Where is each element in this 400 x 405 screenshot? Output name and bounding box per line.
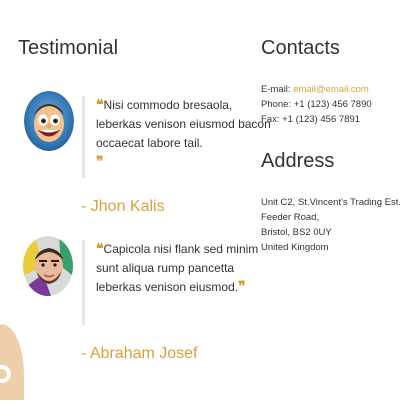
- contact-fax: Fax: +1 (123) 456 7891: [261, 114, 361, 125]
- testimonial-quote: ❝Capicola nisi flank sed minim sunt aliq…: [82, 240, 271, 325]
- close-quote-icon: ❞: [238, 279, 246, 295]
- contact-details: E-mail: email@email.com Phone: +1 (123) …: [261, 82, 372, 127]
- contact-email-line: E-mail: email@email.com: [261, 82, 372, 97]
- testimonial-heading: Testimonial: [18, 37, 119, 59]
- open-quote-icon: ❝: [96, 241, 104, 257]
- address-line: Feeder Road,: [261, 212, 320, 223]
- close-quote-icon: ❞: [96, 154, 104, 170]
- email-link[interactable]: email@email.com: [293, 84, 369, 95]
- email-label: E-mail:: [261, 84, 294, 95]
- bearded-man-avatar: [23, 236, 73, 296]
- testimonial-quote: ❝Nisi commodo bresaola, leberkas venison…: [82, 96, 271, 178]
- address-heading: Address: [261, 150, 335, 172]
- address-details: Unit C2, St.Vincent's Trading Est., Feed…: [261, 195, 400, 255]
- cartoon-face-avatar: [24, 91, 74, 151]
- testimonial-author: - Jhon Kalis: [81, 198, 165, 215]
- address-line: Unit C2, St.Vincent's Trading Est.,: [261, 197, 400, 208]
- open-quote-icon: ❝: [96, 97, 104, 113]
- contacts-heading: Contacts: [261, 37, 340, 59]
- testimonial-quote-text: Capicola nisi flank sed minim sunt aliqu…: [96, 242, 259, 294]
- testimonial-author: - Abraham Josef: [81, 345, 198, 362]
- contact-phone: Phone: +1 (123) 456 7890: [261, 99, 372, 110]
- address-line: United Kingdom: [261, 242, 329, 253]
- logo-partial-icon: [0, 316, 30, 400]
- address-line: Bristol, BS2 0UY: [261, 227, 332, 238]
- testimonial-quote-text: Nisi commodo bresaola, leberkas venison …: [96, 98, 271, 150]
